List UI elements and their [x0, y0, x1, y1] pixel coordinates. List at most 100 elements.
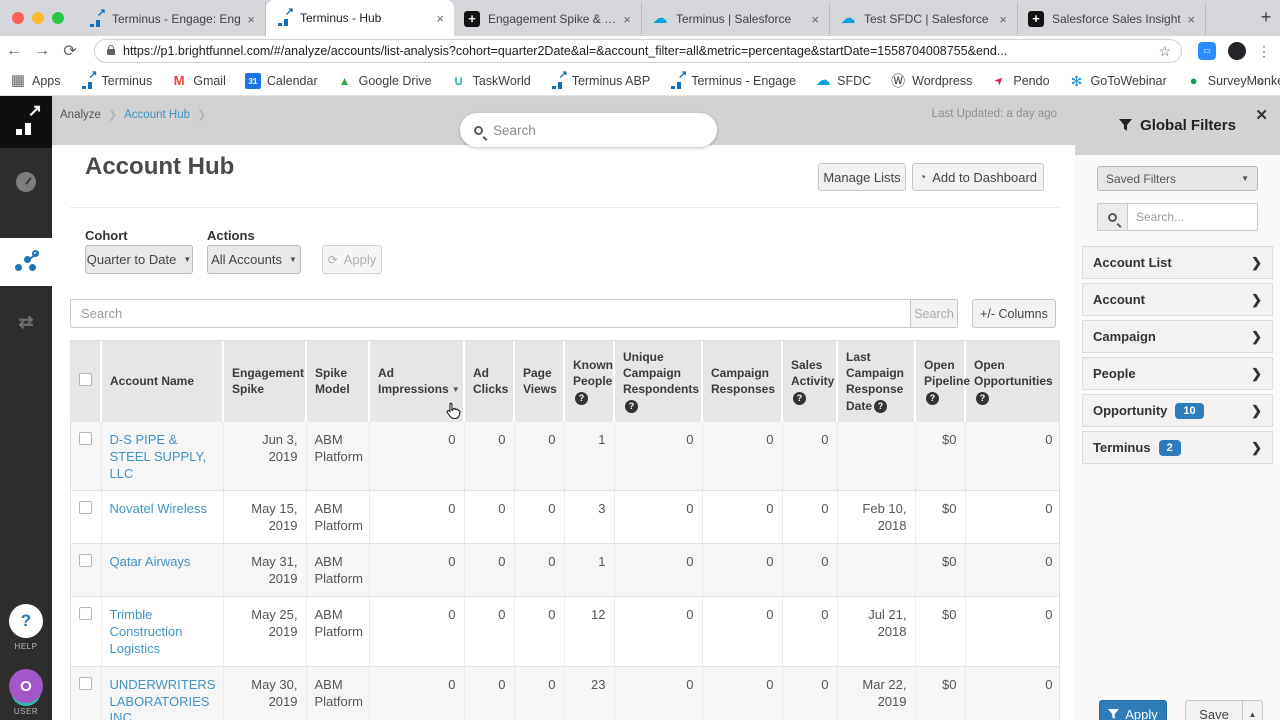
manage-lists-button[interactable]: Manage Lists: [818, 163, 906, 191]
browser-tab[interactable]: Test SFDC | Salesforce ×: [830, 2, 1018, 36]
filter-category-item[interactable]: Account ❯: [1082, 283, 1273, 316]
filter-category-item[interactable]: People ❯: [1082, 357, 1273, 390]
fullscreen-window-button[interactable]: [52, 12, 64, 24]
filter-category-item[interactable]: Terminus 2 ❯: [1082, 431, 1273, 464]
tab-close-icon[interactable]: ×: [1185, 12, 1197, 27]
help-icon[interactable]: ?: [625, 400, 638, 413]
row-checkbox[interactable]: [79, 554, 92, 567]
column-header[interactable]: Open Pipeline?: [915, 341, 965, 422]
user-avatar[interactable]: O: [9, 669, 43, 703]
browser-tab[interactable]: Engagement Spike & En ×: [454, 2, 642, 36]
browser-menu-icon[interactable]: ⋮: [1252, 43, 1276, 60]
column-header[interactable]: Known People?: [564, 341, 614, 422]
column-header[interactable]: Spike Model: [306, 341, 369, 422]
secure-lock-icon[interactable]: [107, 49, 115, 55]
cohort-dropdown[interactable]: Quarter to Date ▼: [85, 245, 193, 274]
column-header[interactable]: Last Campaign Response Date?: [837, 341, 915, 422]
column-header[interactable]: Campaign Responses: [702, 341, 782, 422]
account-link[interactable]: Qatar Airways: [110, 554, 191, 569]
table-search-button[interactable]: Search: [910, 299, 958, 328]
bookmark-item[interactable]: Terminus: [80, 73, 153, 89]
column-header[interactable]: Sales Activity?: [782, 341, 837, 422]
minimize-window-button[interactable]: [32, 12, 44, 24]
sidebar-item-dashboard[interactable]: [0, 158, 52, 206]
bookmark-item[interactable]: Pendo: [991, 73, 1049, 89]
help-icon[interactable]: ?: [926, 392, 939, 405]
global-search[interactable]: Search: [460, 113, 717, 147]
filter-category-item[interactable]: Opportunity 10 ❯: [1082, 394, 1273, 427]
sidebar-item-integrations[interactable]: ⇄: [0, 298, 52, 346]
reload-icon[interactable]: ⟳: [56, 41, 84, 61]
row-checkbox[interactable]: [79, 432, 92, 445]
column-header[interactable]: Account Name: [101, 341, 223, 422]
extension-icon[interactable]: [1228, 42, 1246, 60]
apply-filters-button[interactable]: Apply: [1099, 700, 1167, 720]
sort-desc-icon[interactable]: ▼: [452, 385, 460, 394]
browser-tab[interactable]: Terminus - Hub ×: [266, 0, 454, 36]
help-icon[interactable]: ?: [793, 392, 806, 405]
row-checkbox[interactable]: [79, 501, 92, 514]
column-header[interactable]: Page Views: [514, 341, 564, 422]
account-link[interactable]: UNDERWRITERS LABORATORIES INC.: [110, 677, 216, 720]
breadcrumb-item[interactable]: Account Hub: [124, 109, 190, 121]
address-bar[interactable]: https://p1.brightfunnel.com/#/analyze/ac…: [94, 39, 1182, 63]
breadcrumb-item[interactable]: Analyze: [60, 109, 101, 121]
tab-close-icon[interactable]: ×: [245, 12, 257, 27]
column-header[interactable]: Ad Clicks: [464, 341, 514, 422]
bookmark-label: Terminus: [102, 74, 153, 88]
bookmark-item[interactable]: Gmail: [171, 73, 226, 89]
bookmark-item[interactable]: Google Drive: [337, 73, 432, 89]
bookmark-item[interactable]: Terminus ABP: [550, 73, 651, 89]
columns-toggle-button[interactable]: +/- Columns: [972, 299, 1056, 328]
help-button[interactable]: ?: [9, 604, 43, 638]
bookmark-star-icon[interactable]: ☆: [1158, 43, 1171, 60]
account-link[interactable]: D-S PIPE & STEEL SUPPLY, LLC: [110, 432, 207, 481]
tab-close-icon[interactable]: ×: [434, 11, 446, 26]
column-header[interactable]: Engagement Spike: [223, 341, 306, 422]
help-icon[interactable]: ?: [874, 400, 887, 413]
url-text[interactable]: https://p1.brightfunnel.com/#/analyze/ac…: [123, 44, 1150, 58]
sidebar-item-analyze[interactable]: [0, 238, 52, 286]
help-icon[interactable]: ?: [575, 392, 588, 405]
browser-tab[interactable]: Terminus - Engage: Eng ×: [78, 2, 266, 36]
forward-icon[interactable]: →: [28, 42, 56, 60]
tab-close-icon[interactable]: ×: [621, 12, 633, 27]
cell-sales-activity: 0: [782, 544, 837, 597]
table-search-input[interactable]: [70, 299, 910, 328]
sidebar-item-home[interactable]: [0, 96, 52, 148]
add-to-dashboard-button[interactable]: ◔ Add to Dashboard: [912, 163, 1044, 191]
back-icon[interactable]: ←: [0, 42, 28, 60]
column-header[interactable]: Open Opportunities?: [965, 341, 1060, 422]
column-header[interactable]: Unique Campaign Respondents?: [614, 341, 702, 422]
filters-search-input[interactable]: [1127, 203, 1258, 231]
bookmark-item[interactable]: Wordpress: [890, 73, 972, 89]
row-checkbox[interactable]: [79, 607, 92, 620]
help-icon[interactable]: ?: [976, 392, 989, 405]
account-link[interactable]: Trimble Construction Logistics: [110, 607, 183, 656]
row-checkbox[interactable]: [79, 677, 92, 690]
tab-close-icon[interactable]: ×: [809, 12, 821, 27]
browser-tab[interactable]: Terminus | Salesforce ×: [642, 2, 830, 36]
bookmarks-overflow-icon[interactable]: »: [1257, 73, 1272, 88]
filter-category-item[interactable]: Account List ❯: [1082, 246, 1273, 279]
bookmark-item[interactable]: Apps: [10, 73, 61, 89]
bookmark-item[interactable]: TaskWorld: [451, 73, 531, 89]
new-tab-button[interactable]: +: [1252, 7, 1280, 28]
account-link[interactable]: Novatel Wireless: [110, 501, 208, 516]
bookmark-item[interactable]: SFDC: [815, 73, 871, 89]
tab-close-icon[interactable]: ×: [997, 12, 1009, 27]
zoom-extension-icon[interactable]: ▭: [1198, 42, 1216, 60]
filter-category-item[interactable]: Campaign ❯: [1082, 320, 1273, 353]
select-all-checkbox[interactable]: [79, 373, 92, 386]
saved-filters-dropdown[interactable]: Saved Filters ▼: [1097, 166, 1258, 191]
browser-tab[interactable]: Salesforce Sales Insight ×: [1018, 2, 1206, 36]
close-window-button[interactable]: [12, 12, 24, 24]
save-filters-button[interactable]: Save: [1185, 700, 1243, 720]
bookmark-item[interactable]: Calendar: [245, 73, 318, 89]
bookmark-item[interactable]: GoToWebinar: [1069, 73, 1167, 89]
actions-dropdown[interactable]: All Accounts ▼: [207, 245, 301, 274]
bookmark-item[interactable]: Terminus - Engage: [669, 73, 796, 89]
close-icon[interactable]: ✕: [1255, 108, 1268, 123]
save-options-button[interactable]: ▲: [1243, 700, 1263, 720]
apply-actions-button[interactable]: ⟳ Apply: [322, 245, 382, 274]
